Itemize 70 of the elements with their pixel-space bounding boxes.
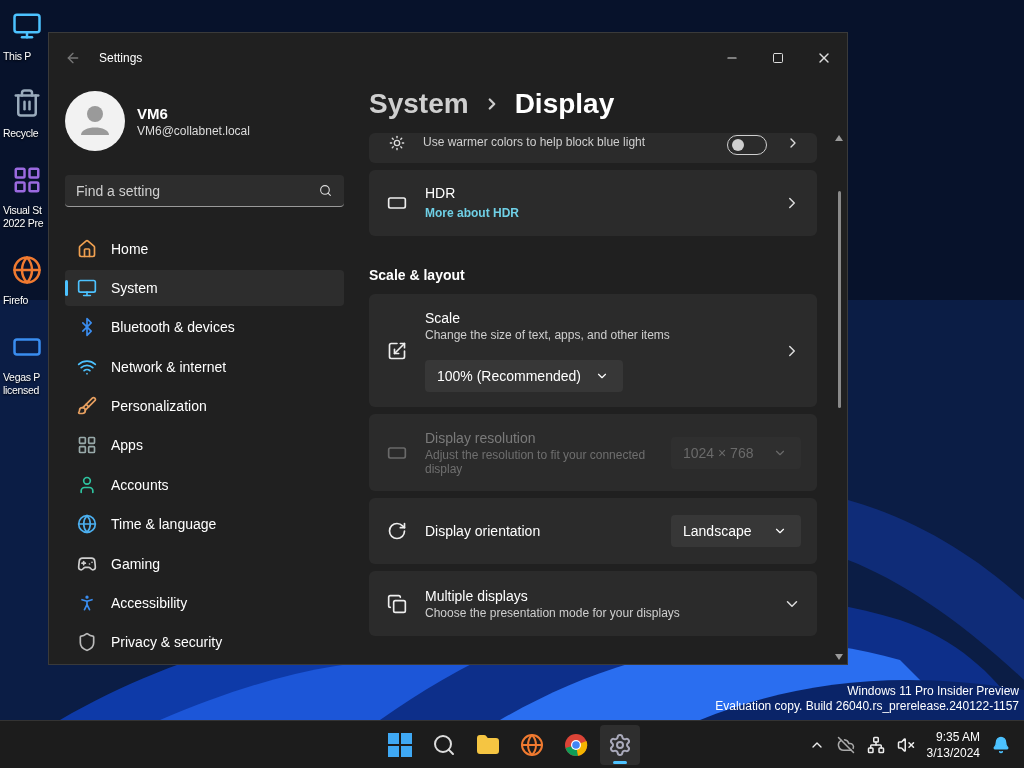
- section-heading: Scale & layout: [369, 267, 466, 283]
- maximize-icon: [772, 52, 784, 64]
- setting-card[interactable]: Use warmer colors to help block blue light: [369, 133, 817, 163]
- sun-icon: [389, 135, 405, 151]
- avatar[interactable]: [65, 91, 125, 151]
- setting-card[interactable]: Scale Change the size of text, apps, and other items 100% (Recommended): [369, 294, 817, 407]
- windows-logo-icon: [388, 733, 412, 757]
- breadcrumb-item[interactable]: System: [369, 88, 469, 120]
- setting-description: Change the size of text, apps, and other items: [425, 327, 671, 342]
- nav-item[interactable]: Time & language: [65, 506, 344, 542]
- setting-card[interactable]: Display orientation Landscape: [369, 498, 817, 564]
- setting-description: Use warmer colors to help block blue light: [423, 135, 647, 149]
- rotate-icon: [387, 521, 407, 541]
- recycle-bin-icon[interactable]: [12, 88, 42, 118]
- nav-item[interactable]: Home: [65, 231, 344, 267]
- setting-card[interactable]: HDR More about HDR: [369, 170, 817, 236]
- dropdown[interactable]: Landscape: [671, 515, 801, 547]
- nav-item[interactable]: Accounts: [65, 467, 344, 503]
- search-field[interactable]: Find a setting: [65, 175, 344, 207]
- nav-item[interactable]: Accessibility: [65, 585, 344, 621]
- scale-dropdown[interactable]: 100% (Recommended): [425, 359, 623, 392]
- desktop-icon-label[interactable]: Recycle: [3, 127, 39, 140]
- home-icon: [77, 238, 97, 259]
- setting-title: Display orientation: [425, 523, 542, 539]
- notification-icon[interactable]: [992, 735, 1010, 754]
- setting-card[interactable]: Multiple displays Choose the presentation mode for your displays: [369, 571, 817, 636]
- browser-icon: [520, 733, 544, 757]
- clock[interactable]: 9:35 AM 3/13/2024: [926, 728, 980, 761]
- build-info-text: Windows 11 Pro Insider Preview: [846, 684, 1019, 699]
- nav-item[interactable]: Personalization: [65, 388, 344, 424]
- mute-icon[interactable]: [896, 735, 915, 754]
- monitor-icon[interactable]: [12, 11, 42, 41]
- setting-title: HDR: [425, 185, 457, 201]
- browser-icon[interactable]: [12, 255, 42, 285]
- setting-title: Multiple displays: [425, 587, 529, 604]
- monitor-icon: [77, 278, 97, 299]
- back-icon[interactable]: [65, 50, 81, 66]
- nav-item[interactable]: Apps: [65, 427, 344, 464]
- search-icon: [432, 733, 456, 757]
- brush-icon: [77, 396, 97, 417]
- nav-item[interactable]: Privacy & security: [65, 624, 344, 660]
- settings-icon: [608, 733, 632, 757]
- cloud-off-icon[interactable]: [836, 735, 855, 754]
- nav-item[interactable]: Bluetooth & devices: [65, 309, 344, 346]
- setting-title: Scale: [425, 309, 462, 326]
- more-link[interactable]: More about HDR: [425, 206, 519, 220]
- desktop-icon-label[interactable]: Firefo: [3, 294, 29, 307]
- folder-icon: [476, 733, 500, 757]
- nav-item[interactable]: Gaming: [65, 545, 344, 582]
- scale-icon: [387, 340, 407, 361]
- desktop-icon-label[interactable]: This P: [3, 50, 31, 63]
- nav-item[interactable]: System: [65, 270, 344, 306]
- displays-icon: [387, 593, 407, 614]
- desktop-icon-label[interactable]: Visual St 2022 Pre: [3, 204, 44, 230]
- user-email: VM6@collabnet.local: [137, 123, 250, 138]
- setting-description: Adjust the resolution to fit your connected display: [425, 447, 647, 476]
- window-title: Settings: [99, 51, 144, 65]
- nav-item[interactable]: Network & internet: [65, 349, 344, 385]
- breadcrumb-item: Display: [514, 88, 615, 120]
- person-icon: [77, 474, 97, 495]
- search-icon: [319, 184, 332, 197]
- apps-icon: [77, 435, 97, 456]
- desktop-icon-label[interactable]: Vegas P licensed: [3, 371, 40, 397]
- network-icon[interactable]: [866, 735, 885, 754]
- user-name: VM6: [137, 104, 169, 122]
- browser-icon: [564, 733, 588, 757]
- shield-icon: [77, 632, 97, 653]
- setting-description: Choose the presentation mode for your displays: [425, 605, 681, 620]
- setting-title: Display resolution: [425, 429, 537, 446]
- taskbar-button[interactable]: [600, 725, 640, 765]
